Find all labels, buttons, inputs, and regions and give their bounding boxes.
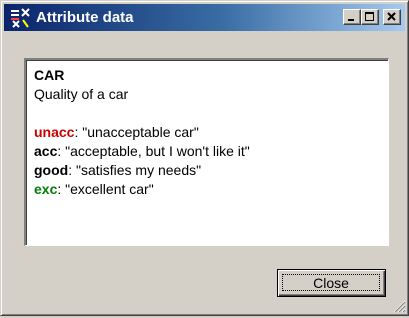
close-button-label: Close (282, 274, 380, 291)
title-close-button[interactable] (383, 9, 401, 25)
title-bar[interactable]: Attribute data (4, 4, 405, 31)
value-description: : "unacceptable car" (74, 124, 199, 140)
value-row: acc: "acceptable, but I won't like it" (34, 142, 380, 161)
value-row: good: "satisfies my needs" (34, 161, 380, 180)
maximize-button[interactable] (361, 9, 379, 25)
close-button[interactable]: Close (277, 269, 386, 297)
value-description: : "acceptable, but I won't like it" (57, 143, 250, 159)
minimize-button[interactable] (343, 9, 361, 25)
value-row: exc: "excellent car" (34, 180, 380, 199)
window-title: Attribute data (36, 9, 134, 26)
attribute-description: Quality of a car (34, 86, 129, 102)
attribute-name: CAR (34, 67, 65, 83)
value-name-good: good (34, 162, 69, 178)
attribute-data-window: Attribute data CAR Quality of a car unac… (0, 0, 409, 316)
attribute-info-box: CAR Quality of a car unacc: "unacceptabl… (24, 58, 389, 246)
decision-tree-icon (10, 8, 30, 28)
value-name-acc: acc (34, 143, 58, 159)
close-icon (387, 12, 396, 21)
resize-grip-icon[interactable] (392, 299, 406, 313)
value-description: : "satisfies my needs" (68, 162, 202, 178)
maximize-icon (365, 12, 374, 21)
minimize-icon (348, 19, 354, 21)
value-row: unacc: "unacceptable car" (34, 123, 380, 142)
value-description: : "excellent car" (57, 181, 154, 197)
value-name-unacc: unacc (34, 124, 75, 140)
value-name-exc: exc (34, 181, 58, 197)
